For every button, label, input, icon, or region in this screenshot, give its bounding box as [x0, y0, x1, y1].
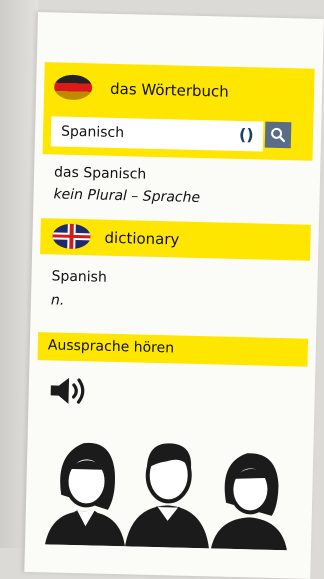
app-page: das Wörterbuch Spanisch () das Spanisch …: [24, 12, 324, 579]
german-word: das Spanisch: [53, 164, 147, 183]
english-word: Spanish: [51, 268, 108, 286]
dictionary-bar: dictionary: [40, 218, 311, 261]
pronunciation-label: Aussprache hören: [47, 337, 175, 357]
uk-flag-icon: [52, 223, 91, 250]
search-icon: [271, 127, 286, 143]
german-grammar: kein Plural – Sprache: [53, 186, 200, 206]
english-pos: n.: [51, 292, 65, 308]
search-button[interactable]: [264, 121, 292, 149]
header-bar: das Wörterbuch Spanisch (): [42, 62, 315, 161]
search-input[interactable]: Spanisch: [50, 116, 264, 152]
people-illustration: [44, 442, 287, 551]
english-pos-text: n.: [50, 292, 65, 309]
speaker-icon[interactable]: [48, 374, 91, 407]
app-title: das Wörterbuch: [109, 79, 229, 101]
dictionary-title: dictionary: [104, 228, 180, 249]
dictionary-row: dictionary: [52, 223, 180, 251]
german-grammar-text: kein Plural – Sprache: [53, 186, 201, 207]
pronunciation-bar: Aussprache hören: [37, 332, 309, 367]
header-row: das Wörterbuch: [53, 74, 229, 103]
german-flag-icon: [53, 74, 93, 101]
clear-icon[interactable]: (): [239, 125, 254, 144]
